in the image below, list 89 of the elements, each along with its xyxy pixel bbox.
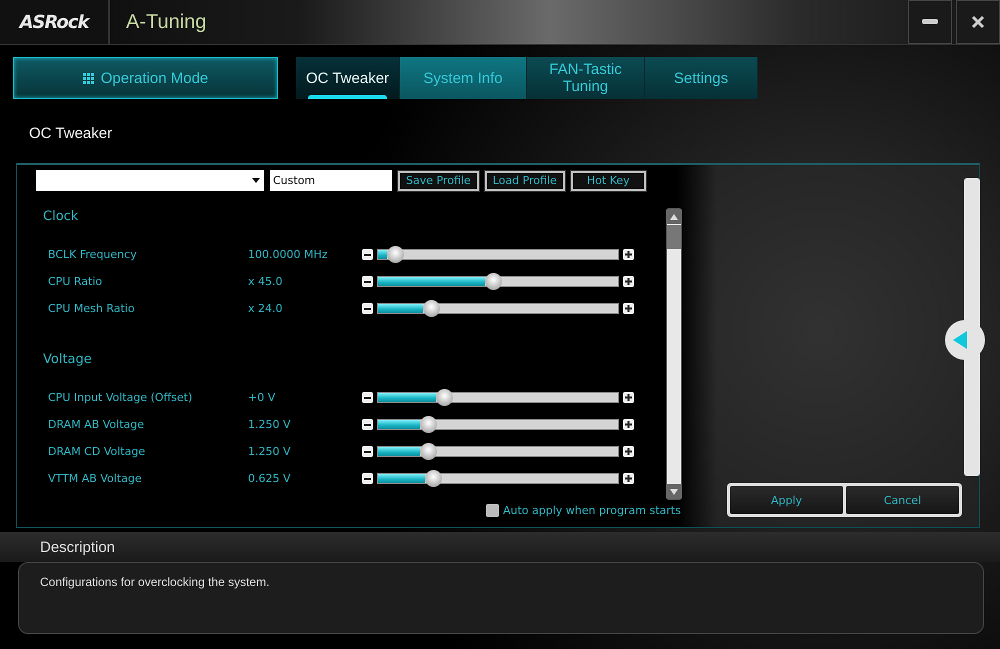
minus-button[interactable] <box>362 446 373 457</box>
setting-value: 1.250 V <box>248 418 292 431</box>
profile-button[interactable]: Save Profile <box>398 170 479 190</box>
plus-button[interactable] <box>623 446 634 457</box>
plus-icon <box>625 475 632 482</box>
minus-button[interactable] <box>362 473 373 484</box>
slider-thumb[interactable] <box>422 300 440 317</box>
plus-icon <box>625 394 632 401</box>
slider-thumb[interactable] <box>436 389 453 406</box>
action-button[interactable]: Cancel <box>846 486 959 514</box>
close-button[interactable] <box>956 0 1000 44</box>
app-title: A-Tuning <box>125 10 206 34</box>
tab[interactable]: System Info <box>400 57 527 99</box>
minimize-icon <box>922 19 938 25</box>
setting-value: 100.0000 MHz <box>248 248 329 261</box>
grid-icon <box>82 72 94 84</box>
setting-value: 0.625 V <box>248 472 292 485</box>
slider-thumb[interactable] <box>485 273 502 290</box>
minus-button[interactable] <box>362 392 373 403</box>
page-title: OC Tweaker <box>29 125 114 144</box>
scroll-down-button[interactable] <box>666 484 682 499</box>
minus-icon <box>364 396 371 398</box>
minimize-button[interactable] <box>908 0 952 44</box>
plus-button[interactable] <box>623 392 634 403</box>
setting-label: DRAM CD Voltage <box>48 445 146 458</box>
checkbox[interactable] <box>486 504 499 517</box>
close-icon <box>971 15 985 29</box>
tab[interactable]: OC Tweaker <box>296 57 400 99</box>
tab[interactable]: FAN-Tastic Tuning <box>527 57 645 99</box>
slider-thumb[interactable] <box>420 416 438 433</box>
section-heading: Voltage <box>43 352 93 369</box>
tab[interactable]: Settings <box>645 57 758 99</box>
up-triangle-icon <box>670 214 678 220</box>
setting-value: x 45.0 <box>248 275 284 288</box>
plus-icon <box>625 421 632 428</box>
logo: ASRock <box>0 0 110 44</box>
scroll-up-button[interactable] <box>666 209 682 224</box>
minus-button[interactable] <box>362 419 373 430</box>
profile-name-field[interactable]: Custom <box>270 170 392 191</box>
plus-button[interactable] <box>623 276 634 287</box>
minus-icon <box>364 308 371 310</box>
slider-thumb[interactable] <box>386 246 404 263</box>
scroll-thumb[interactable] <box>667 225 681 249</box>
description-text: Configurations for overclocking the system. <box>18 562 984 634</box>
setting-label: VTTM AB Voltage <box>48 472 143 485</box>
setting-label: BCLK Frequency <box>48 248 138 261</box>
plus-button[interactable] <box>623 303 634 314</box>
slider-track[interactable] <box>377 276 619 287</box>
plus-button[interactable] <box>623 419 634 430</box>
description-heading: Description <box>0 532 1000 562</box>
slider-track[interactable] <box>377 446 619 457</box>
plus-icon <box>625 305 632 312</box>
plus-icon <box>625 251 632 258</box>
plus-button[interactable] <box>623 473 634 484</box>
operation-mode-button[interactable]: Operation Mode <box>13 57 278 99</box>
plus-icon <box>625 278 632 285</box>
caret-icon <box>252 178 260 183</box>
minus-icon <box>364 450 371 452</box>
profile-button[interactable]: Load Profile <box>484 170 565 190</box>
minus-icon <box>364 280 371 282</box>
section-heading: Clock <box>43 209 80 226</box>
minus-button[interactable] <box>362 276 373 287</box>
setting-label: CPU Input Voltage (Offset) <box>48 391 194 404</box>
slider-track[interactable] <box>377 249 619 260</box>
slider-track[interactable] <box>377 303 619 314</box>
profile-button[interactable]: Hot Key <box>570 170 646 190</box>
scrollbar[interactable] <box>666 208 682 500</box>
setting-value: +0 V <box>248 391 276 404</box>
setting-value: 1.250 V <box>248 445 292 458</box>
setting-value: x 24.0 <box>248 302 284 315</box>
slider-track[interactable] <box>377 392 619 403</box>
slider-thumb[interactable] <box>420 443 438 460</box>
action-button[interactable]: Apply <box>730 486 843 514</box>
slider-track[interactable] <box>377 473 619 484</box>
left-triangle-icon <box>953 331 967 349</box>
minus-icon <box>364 424 371 426</box>
setting-label: CPU Ratio <box>48 275 104 288</box>
minus-button[interactable] <box>362 303 373 314</box>
plus-button[interactable] <box>623 249 634 260</box>
slider-track[interactable] <box>377 419 619 430</box>
setting-label: CPU Mesh Ratio <box>48 302 136 315</box>
plus-icon <box>625 448 632 455</box>
setting-label: DRAM AB Voltage <box>48 418 146 431</box>
minus-icon <box>364 254 371 256</box>
minus-icon <box>364 478 371 480</box>
checkbox-label: Auto apply when program starts <box>503 504 681 517</box>
slider-thumb[interactable] <box>424 470 442 487</box>
minus-button[interactable] <box>362 249 373 260</box>
down-triangle-icon <box>670 488 678 494</box>
